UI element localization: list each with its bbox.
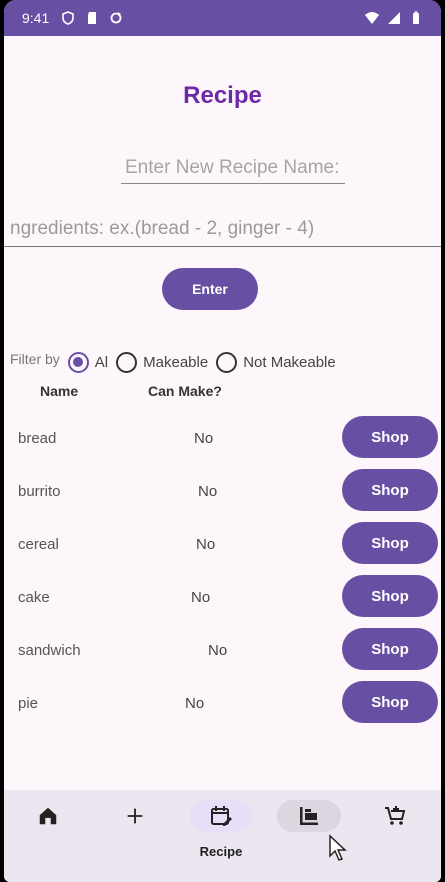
nav-pill bbox=[16, 800, 80, 832]
status-right-icons bbox=[365, 11, 423, 25]
recipe-name: pie bbox=[18, 695, 39, 712]
home-icon bbox=[39, 807, 57, 825]
can-make-value: No bbox=[191, 589, 211, 606]
filter-option-makeable[interactable]: Makeable bbox=[116, 351, 209, 373]
nav-item-add[interactable] bbox=[100, 800, 170, 860]
recipe-name: bread bbox=[18, 430, 57, 447]
nav-pill bbox=[103, 800, 167, 832]
recipe-name: sandwich bbox=[18, 642, 81, 659]
shop-button[interactable]: Shop bbox=[342, 522, 438, 564]
column-header-name: Name bbox=[40, 383, 79, 399]
filter-option-label: Not Makeable bbox=[243, 353, 336, 371]
nav-item-cart[interactable] bbox=[360, 800, 430, 860]
column-header-can-make: Can Make? bbox=[148, 383, 222, 399]
filter-row: Filter by Al Makeable Not Makeable bbox=[10, 348, 344, 376]
can-make-value: No bbox=[198, 483, 218, 500]
shop-button[interactable]: Shop bbox=[342, 416, 438, 458]
can-make-value: No bbox=[208, 642, 228, 659]
nav-item-recipe[interactable]: Recipe bbox=[186, 800, 256, 860]
battery-icon bbox=[413, 11, 419, 24]
table-row: burrito No Shop bbox=[4, 467, 441, 520]
radio-makeable[interactable] bbox=[116, 351, 138, 373]
enter-button[interactable]: Enter bbox=[162, 268, 258, 310]
calendar-edit-icon bbox=[211, 806, 232, 826]
add-icon bbox=[127, 808, 143, 824]
app-screen: 9:41 Recipe Enter Filter by Al Makeable … bbox=[4, 0, 441, 882]
shop-button[interactable]: Shop bbox=[342, 681, 438, 723]
table-row: cereal No Shop bbox=[4, 520, 441, 573]
inventory-icon bbox=[300, 807, 318, 825]
filter-option-label: Al bbox=[94, 353, 109, 371]
mouse-cursor-icon bbox=[329, 834, 347, 861]
recipe-name: cake bbox=[18, 589, 50, 606]
bottom-navigation: Recipe bbox=[4, 790, 441, 882]
filter-option-label: Makeable bbox=[143, 353, 209, 371]
recipe-name: cereal bbox=[18, 536, 59, 553]
shop-button[interactable]: Shop bbox=[342, 575, 438, 617]
sync-icon bbox=[110, 12, 122, 24]
nav-label: Recipe bbox=[199, 844, 243, 859]
shield-icon bbox=[62, 11, 75, 25]
recipe-list: bread No Shop burrito No Shop cereal No … bbox=[4, 414, 441, 732]
recipe-name: burrito bbox=[18, 483, 61, 500]
wifi-icon bbox=[365, 12, 379, 24]
nav-pill bbox=[277, 800, 341, 832]
status-left-icons bbox=[61, 11, 123, 25]
status-time: 9:41 bbox=[22, 10, 50, 26]
signal-icon bbox=[388, 12, 400, 24]
sd-card-icon bbox=[88, 12, 97, 24]
nav-pill bbox=[189, 800, 253, 832]
ingredients-input[interactable] bbox=[4, 212, 441, 247]
can-make-value: No bbox=[196, 536, 216, 553]
status-bar: 9:41 bbox=[4, 0, 441, 36]
radio-not-makeable[interactable] bbox=[216, 351, 238, 373]
page-title: Recipe bbox=[183, 82, 262, 109]
filter-option-all[interactable]: Al bbox=[67, 351, 109, 373]
add-cart-icon bbox=[385, 806, 406, 825]
table-row: pie No Shop bbox=[4, 679, 441, 732]
filter-option-not-makeable[interactable]: Not Makeable bbox=[216, 351, 336, 373]
shop-button[interactable]: Shop bbox=[342, 469, 438, 511]
table-row: sandwich No Shop bbox=[4, 626, 441, 679]
filter-label: Filter by bbox=[10, 351, 60, 367]
table-row: cake No Shop bbox=[4, 573, 441, 626]
shop-button[interactable]: Shop bbox=[342, 628, 438, 670]
table-row: bread No Shop bbox=[4, 414, 441, 467]
can-make-value: No bbox=[194, 430, 214, 447]
nav-pill bbox=[363, 800, 427, 832]
recipe-name-input[interactable] bbox=[121, 152, 345, 184]
can-make-value: No bbox=[185, 695, 205, 712]
nav-item-home[interactable] bbox=[13, 800, 83, 860]
radio-all[interactable] bbox=[67, 351, 89, 373]
